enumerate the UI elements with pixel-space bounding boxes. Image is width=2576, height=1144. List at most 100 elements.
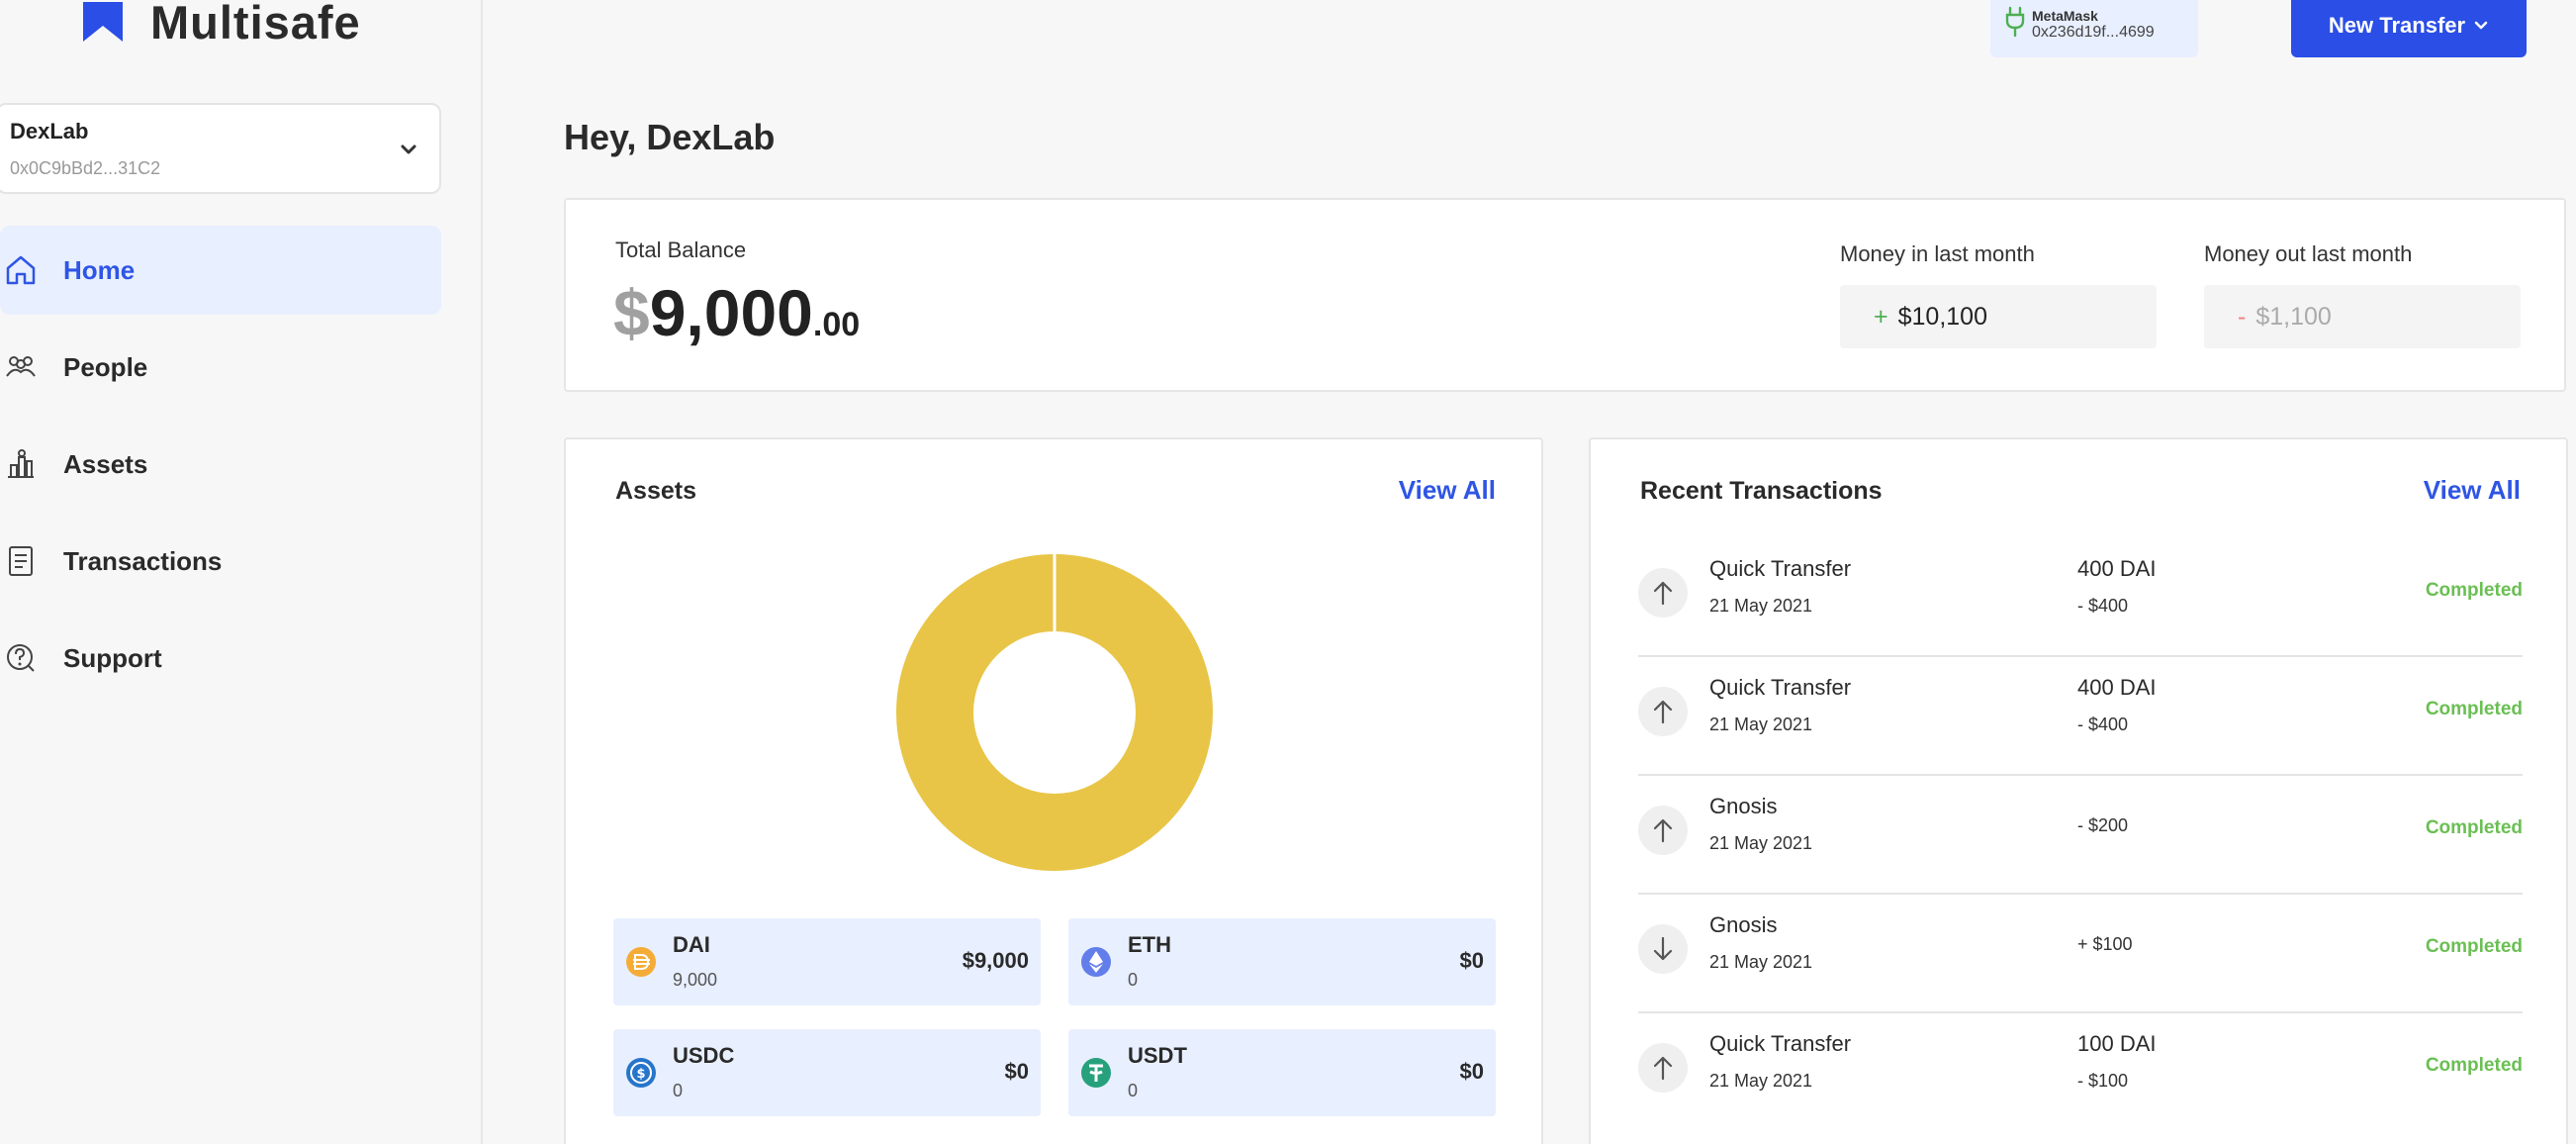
brand-name: Multisafe xyxy=(150,0,361,48)
usdc-icon: $ xyxy=(626,1058,656,1088)
money-out-block: Money out last month - $1,100 xyxy=(2204,241,2521,348)
safe-name: DexLab xyxy=(10,119,89,143)
sidebar-item-label: People xyxy=(63,351,148,382)
asset-tile-usdt[interactable]: USDT 0 $0 xyxy=(1068,1029,1496,1116)
asset-symbol: USDC xyxy=(673,1043,735,1068)
multisafe-logo-icon xyxy=(83,2,123,42)
svg-text:$: $ xyxy=(636,1067,645,1082)
status-badge: Completed xyxy=(2425,699,2523,719)
tx-date: 21 May 2021 xyxy=(1709,1071,1813,1091)
tx-usd-amount: - $200 xyxy=(2077,815,2129,835)
asset-value: $0 xyxy=(1004,1059,1029,1084)
assets-view-all-link[interactable]: View All xyxy=(1399,475,1496,506)
asset-amount: 9,000 xyxy=(673,970,718,990)
money-in-sign: + xyxy=(1874,302,1888,331)
balance-integer: 9,000 xyxy=(649,276,813,349)
wallet-badge[interactable]: MetaMask 0x236d19f...4699 xyxy=(1990,0,2198,57)
sidebar-item-home[interactable]: Home xyxy=(0,226,441,315)
money-in-box: + $10,100 xyxy=(1840,285,2157,348)
sidebar-item-label: Transactions xyxy=(63,545,223,576)
sidebar-item-people[interactable]: People xyxy=(0,323,441,412)
asset-tile-usdc[interactable]: $ USDC 0 $0 xyxy=(613,1029,1041,1116)
status-badge: Completed xyxy=(2425,1055,2523,1076)
tx-usd-amount: - $400 xyxy=(2077,596,2129,616)
asset-symbol: USDT xyxy=(1128,1043,1187,1068)
asset-value: $0 xyxy=(1459,1059,1484,1084)
balance-currency: $ xyxy=(613,276,650,349)
sidebar-item-label: Support xyxy=(63,642,162,673)
people-icon xyxy=(6,356,36,377)
safe-address: 0x0C9bBd2...31C2 xyxy=(10,158,161,178)
arrow-up-icon xyxy=(1638,687,1688,736)
arrow-up-icon xyxy=(1638,568,1688,618)
transactions-title: Recent Transactions xyxy=(1640,477,1883,505)
asset-tile-eth[interactable]: ETH 0 $0 xyxy=(1068,918,1496,1005)
eth-icon xyxy=(1081,947,1111,977)
assets-icon xyxy=(8,449,34,478)
status-badge: Completed xyxy=(2425,936,2523,957)
plug-icon xyxy=(2005,6,2025,38)
asset-value: $0 xyxy=(1459,948,1484,973)
asset-tile-dai[interactable]: DAI 9,000 $9,000 xyxy=(613,918,1041,1005)
balance-decimal: .00 xyxy=(812,306,861,343)
status-badge: Completed xyxy=(2425,580,2523,601)
wallet-name: MetaMask xyxy=(2032,8,2098,24)
table-row[interactable]: Quick Transfer 21 May 2021 400 DAI - $40… xyxy=(1638,657,2523,776)
safe-selector[interactable]: DexLab 0x0C9bBd2...31C2 xyxy=(0,103,441,194)
page-title: Hey, DexLab xyxy=(564,117,776,157)
sidebar-item-support[interactable]: Support xyxy=(0,614,441,703)
table-row[interactable]: Gnosis 21 May 2021 - $200 Completed xyxy=(1638,776,2523,895)
tx-name: Gnosis xyxy=(1709,794,1778,818)
chevron-down-icon xyxy=(401,144,416,154)
sidebar-item-transactions[interactable]: Transactions xyxy=(0,517,441,606)
table-row[interactable]: Quick Transfer 21 May 2021 400 DAI - $40… xyxy=(1638,538,2523,657)
asset-value: $9,000 xyxy=(962,948,1029,973)
asset-symbol: DAI xyxy=(673,932,710,957)
arrow-up-icon xyxy=(1638,806,1688,855)
asset-amount: 0 xyxy=(673,1081,684,1100)
transactions-icon xyxy=(9,546,33,576)
dai-icon xyxy=(626,947,656,977)
sidebar-item-assets[interactable]: Assets xyxy=(0,420,441,509)
money-in-block: Money in last month + $10,100 xyxy=(1840,241,2157,348)
money-in-label: Money in last month xyxy=(1840,241,2035,266)
tx-name: Quick Transfer xyxy=(1709,1031,1852,1056)
table-row[interactable]: Gnosis 21 May 2021 + $100 Completed xyxy=(1638,895,2523,1013)
new-transfer-button[interactable]: New Transfer xyxy=(2291,0,2527,57)
tx-name: Gnosis xyxy=(1709,912,1778,937)
tx-token-amount: 400 DAI xyxy=(2077,675,2157,700)
recent-transactions-card: Recent Transactions View All Quick Trans… xyxy=(1589,437,2568,1144)
total-balance-value: $ 9,000 .00 xyxy=(613,275,860,350)
sidebar-item-label: Home xyxy=(63,254,136,285)
arrow-down-icon xyxy=(1638,924,1688,974)
tx-token-amount: 400 DAI xyxy=(2077,556,2157,581)
sidebar-item-label: Assets xyxy=(63,448,148,479)
wallet-address: 0x236d19f...4699 xyxy=(2032,24,2155,41)
home-icon xyxy=(6,255,36,285)
tx-usd-amount: + $100 xyxy=(2077,934,2133,954)
tx-name: Quick Transfer xyxy=(1709,675,1852,700)
assets-donut-chart xyxy=(896,554,1213,871)
money-out-label: Money out last month xyxy=(2204,241,2413,266)
money-out-sign: - xyxy=(2238,302,2247,331)
assets-card: Assets View All DAI 9,000 $9,000 ETH 0 $… xyxy=(564,437,1543,1144)
tx-token-amount: 100 DAI xyxy=(2077,1031,2157,1056)
arrow-up-icon xyxy=(1638,1043,1688,1093)
tx-usd-amount: - $100 xyxy=(2077,1071,2129,1091)
tx-date: 21 May 2021 xyxy=(1709,952,1813,972)
money-in-value: $10,100 xyxy=(1897,302,1987,331)
support-icon xyxy=(7,644,35,672)
money-out-box: - $1,100 xyxy=(2204,285,2521,348)
transactions-view-all-link[interactable]: View All xyxy=(2424,475,2521,506)
tx-date: 21 May 2021 xyxy=(1709,596,1813,616)
usdt-icon xyxy=(1081,1058,1111,1088)
status-badge: Completed xyxy=(2425,817,2523,838)
tx-name: Quick Transfer xyxy=(1709,556,1852,581)
tx-date: 21 May 2021 xyxy=(1709,833,1813,853)
table-row[interactable]: Quick Transfer 21 May 2021 100 DAI - $10… xyxy=(1638,1013,2523,1132)
new-transfer-label: New Transfer xyxy=(2328,13,2466,38)
wallet-info: MetaMask 0x236d19f...4699 xyxy=(2032,8,2155,42)
tx-usd-amount: - $400 xyxy=(2077,715,2129,734)
brand[interactable]: Multisafe xyxy=(81,0,361,51)
assets-title: Assets xyxy=(615,477,696,505)
